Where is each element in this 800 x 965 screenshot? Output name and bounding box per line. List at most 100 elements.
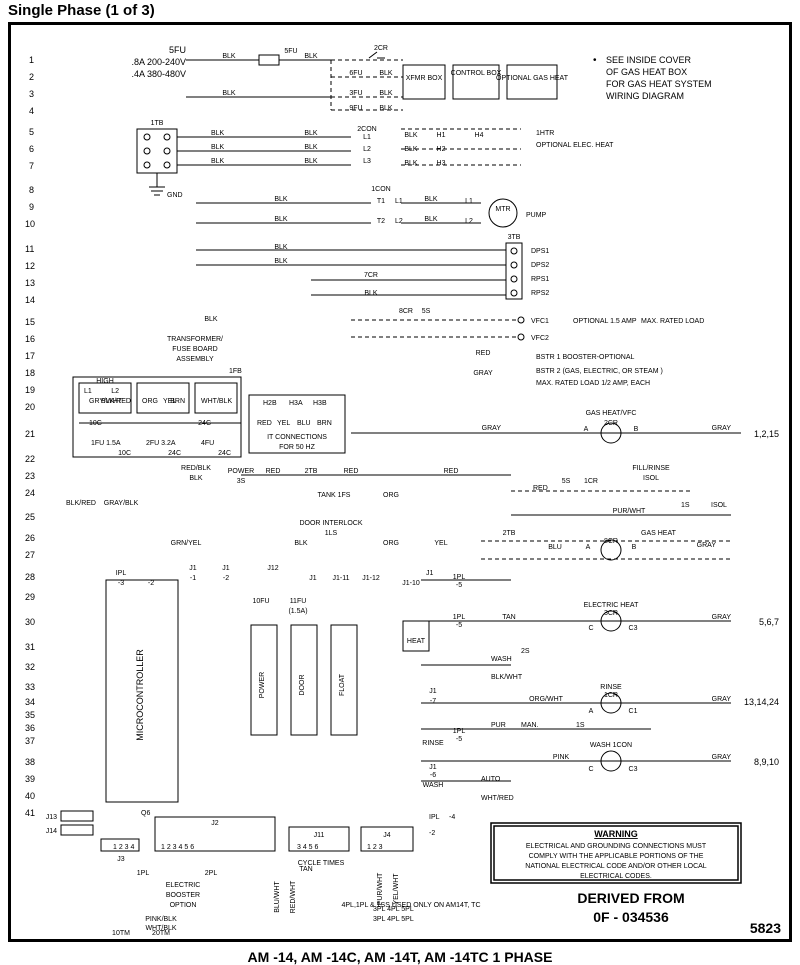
svg-text:ISOL: ISOL [711, 502, 727, 509]
svg-text:1S: 1S [576, 722, 585, 729]
svg-text:RED: RED [266, 468, 281, 475]
svg-text:3PL 4PL 5PL: 3PL 4PL 5PL [373, 916, 414, 923]
svg-text:J2: J2 [211, 820, 219, 827]
svg-text:C: C [588, 625, 593, 632]
svg-text:5FU: 5FU [284, 48, 297, 55]
svg-text:MAN.: MAN. [521, 722, 539, 729]
svg-text:BLK: BLK [274, 244, 288, 251]
svg-text:C1: C1 [629, 708, 638, 715]
svg-text:BLK: BLK [211, 144, 225, 151]
svg-text:1S: 1S [681, 502, 690, 509]
svg-text:3S: 3S [237, 478, 246, 485]
fuse-header: 5FU .8A 200-240V .4A 380-480V [131, 45, 186, 79]
svg-text:J1: J1 [222, 565, 230, 572]
svg-text:RINSE: RINSE [600, 684, 622, 691]
svg-text:33: 33 [25, 682, 35, 692]
svg-text:23: 23 [25, 471, 35, 481]
svg-text:-6: -6 [430, 772, 436, 779]
svg-text:TRANSFORMER/: TRANSFORMER/ [167, 336, 223, 343]
svg-text:C3: C3 [629, 766, 638, 773]
svg-text:8: 8 [29, 185, 34, 195]
svg-text:CYCLE TIMES: CYCLE TIMES [298, 860, 345, 867]
svg-text:IT CONNECTIONS: IT CONNECTIONS [267, 434, 327, 441]
svg-text:10C: 10C [89, 420, 102, 427]
svg-text:L2: L2 [395, 218, 403, 225]
svg-text:1 2 3: 1 2 3 [367, 844, 383, 851]
svg-text:BLK: BLK [222, 53, 236, 60]
svg-text:24: 24 [25, 488, 35, 498]
svg-text:26: 26 [25, 533, 35, 543]
svg-text:-5: -5 [456, 622, 462, 629]
svg-text:YEL/WHT: YEL/WHT [393, 873, 400, 905]
svg-text:RED: RED [476, 350, 491, 357]
svg-text:BLK: BLK [274, 196, 288, 203]
svg-text:36: 36 [25, 723, 35, 733]
svg-text:21: 21 [25, 429, 35, 439]
svg-text:J12: J12 [267, 565, 278, 572]
svg-text:H3: H3 [437, 160, 446, 167]
svg-text:BLK/WHT: BLK/WHT [491, 674, 523, 681]
svg-text:RED: RED [533, 485, 548, 492]
svg-text:BRN: BRN [170, 398, 185, 405]
svg-text:VFC2: VFC2 [531, 335, 549, 342]
svg-text:L2: L2 [465, 218, 473, 225]
svg-text:CONTROL BOX: CONTROL BOX [451, 70, 502, 77]
svg-text:GRAY: GRAY [712, 754, 732, 761]
svg-text:5S: 5S [422, 308, 431, 315]
svg-text:19: 19 [25, 385, 35, 395]
svg-text:SEE INSIDE COVER: SEE INSIDE COVER [606, 55, 692, 65]
svg-text:6FU: 6FU [349, 70, 362, 77]
svg-text:15: 15 [25, 317, 35, 327]
svg-text:AUTO: AUTO [481, 776, 501, 783]
svg-text:BLK: BLK [364, 290, 378, 297]
svg-text:H2: H2 [437, 146, 446, 153]
svg-text:IPL: IPL [429, 814, 440, 821]
svg-text:C: C [588, 766, 593, 773]
vfc-rows [351, 317, 524, 340]
svg-text:-4: -4 [449, 814, 455, 821]
svg-text:2CR: 2CR [374, 45, 388, 52]
svg-text:WASH 1CON: WASH 1CON [590, 742, 632, 749]
svg-text:COMPLY WITH THE APPLICABLE POR: COMPLY WITH THE APPLICABLE PORTIONS OF T… [529, 853, 704, 860]
svg-text:OPTIONAL GAS HEAT: OPTIONAL GAS HEAT [496, 75, 569, 82]
svg-text:13: 13 [25, 278, 35, 288]
svg-text:FOR GAS HEAT SYSTEM: FOR GAS HEAT SYSTEM [606, 79, 712, 89]
svg-text:ELECTRIC HEAT: ELECTRIC HEAT [584, 602, 639, 609]
svg-text:RED/WHT: RED/WHT [290, 880, 297, 913]
svg-text:2TB: 2TB [305, 468, 318, 475]
svg-text:-2: -2 [148, 580, 154, 587]
svg-text:POWER: POWER [259, 672, 266, 698]
svg-text:RED/BLK: RED/BLK [181, 465, 211, 472]
svg-text:37: 37 [25, 736, 35, 746]
svg-text:14: 14 [25, 295, 35, 305]
svg-text:L2: L2 [363, 146, 371, 153]
svg-text:2CON: 2CON [357, 126, 376, 133]
svg-text:1TB: 1TB [151, 120, 164, 127]
caption: AM -14, AM -14C, AM -14T, AM -14TC 1 PHA… [0, 949, 800, 965]
svg-text:1PL: 1PL [453, 574, 466, 581]
svg-text:DPS1: DPS1 [531, 248, 549, 255]
svg-text:ELECTRICAL CODES.: ELECTRICAL CODES. [580, 873, 652, 880]
svg-text:3TB: 3TB [508, 234, 521, 241]
svg-text:H3A: H3A [289, 400, 303, 407]
svg-text:MAX. RATED LOAD: MAX. RATED LOAD [641, 318, 704, 325]
svg-text:1: 1 [29, 55, 34, 65]
svg-text:10: 10 [25, 219, 35, 229]
svg-text:11: 11 [25, 244, 34, 254]
svg-text:.4A 380-480V: .4A 380-480V [131, 69, 186, 79]
svg-text:MAX. RATED LOAD 1/2 AMP, EACH: MAX. RATED LOAD 1/2 AMP, EACH [536, 380, 650, 387]
svg-text:DPS2: DPS2 [531, 262, 549, 269]
ipl-right [421, 580, 731, 781]
svg-text:H1: H1 [437, 132, 446, 139]
svg-text:BLK: BLK [211, 158, 225, 165]
svg-text:GRAY: GRAY [712, 696, 732, 703]
svg-text:BLK: BLK [304, 53, 318, 60]
svg-text:WARNING: WARNING [594, 829, 638, 839]
svg-text:A: A [584, 426, 589, 433]
svg-text:J4: J4 [383, 832, 391, 839]
svg-text:8CR: 8CR [604, 538, 618, 545]
svg-text:35: 35 [25, 710, 35, 720]
svg-text:A: A [586, 544, 591, 551]
svg-text:1CR: 1CR [584, 478, 598, 485]
svg-text:GRAY: GRAY [712, 614, 732, 621]
